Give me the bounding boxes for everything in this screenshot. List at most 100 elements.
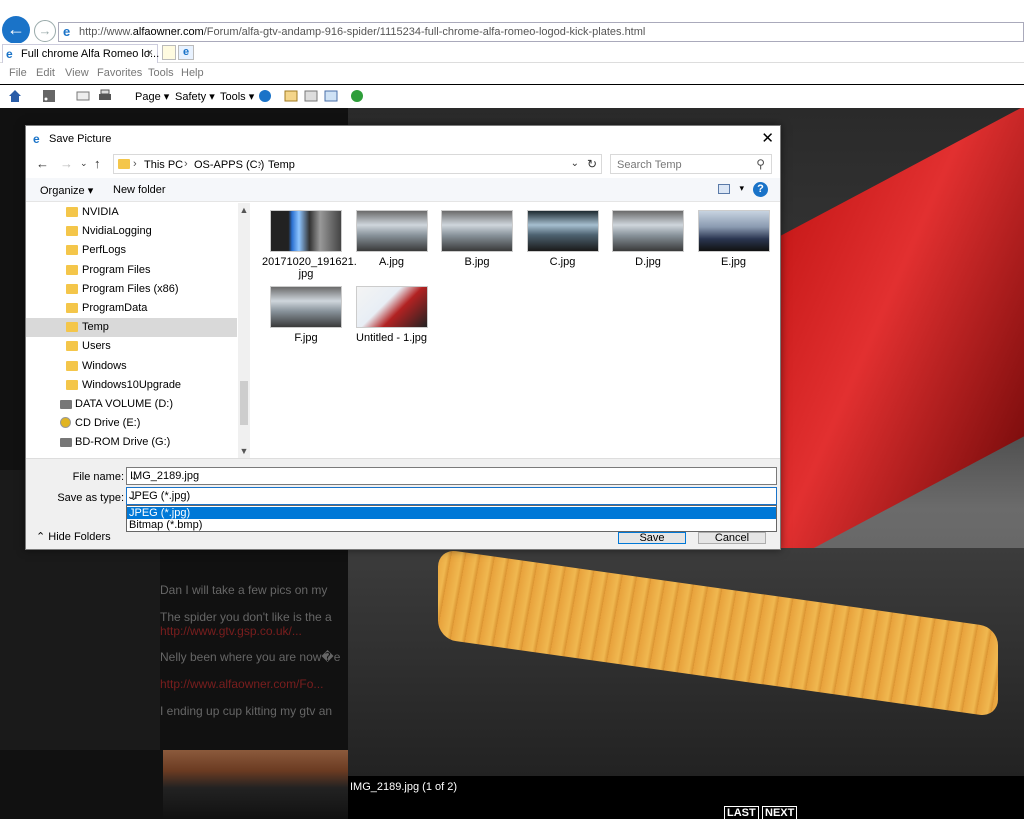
nav-item[interactable]: NVIDIA [26, 203, 237, 222]
menu-help[interactable]: Help [181, 67, 204, 79]
search-input[interactable]: Search Temp ⚲ [610, 154, 772, 174]
dialog-toolbar: Organize ▾ New folder ▾ ? [26, 178, 780, 202]
cancel-button[interactable]: Cancel [698, 532, 766, 544]
tools-menu[interactable]: Tools ▾ [220, 90, 254, 103]
ie-tab-icon[interactable]: e [178, 45, 194, 60]
scroll-thumb[interactable] [240, 381, 248, 425]
nav-item[interactable]: CD Drive (E:) [26, 414, 237, 433]
help-icon[interactable]: ? [753, 182, 768, 197]
nav-scrollbar[interactable]: ▲ ▼ [238, 203, 250, 458]
ie-icon: e [6, 47, 13, 61]
hide-folders-button[interactable]: ⌃ Hide Folders [36, 530, 111, 543]
search-icon[interactable]: ⚲ [756, 157, 765, 171]
last-button[interactable]: LAST [724, 806, 759, 819]
chevron-down-icon[interactable]: ⌄ [130, 470, 773, 483]
nav-item[interactable]: Users [26, 337, 237, 356]
nav-item[interactable]: Program Files (x86) [26, 280, 237, 299]
browser-tab[interactable]: e Full chrome Alfa Romeo lo... × [2, 44, 159, 63]
nav-item[interactable]: ProgramData [26, 299, 237, 318]
view-options-icon[interactable] [718, 184, 730, 194]
breadcrumb-this-pc[interactable]: This PC [144, 159, 183, 171]
new-tab-icon[interactable] [162, 45, 176, 60]
file-item[interactable]: 20171020_191621. jpg [262, 206, 357, 286]
nav-item[interactable]: DATA VOLUME (D:) [26, 395, 237, 414]
file-item[interactable]: B.jpg [433, 206, 513, 286]
folder-icon [66, 245, 78, 256]
nav-item-label: Temp [82, 321, 109, 334]
navigation-pane: NVIDIA NvidiaLogging PerfLogs Program Files… [26, 203, 250, 458]
nav-item-label: CD Drive (E:) [75, 417, 141, 430]
url-field[interactable]: e http://www.alfaowner.com/Forum/alfa-gt… [58, 22, 1024, 42]
chevron-right-icon: › [133, 158, 137, 170]
new-folder-button[interactable]: New folder [113, 184, 166, 196]
folder-icon [66, 379, 78, 390]
folder-icon [66, 341, 78, 352]
breadcrumb[interactable]: › This PC › OS-APPS (C:) › Temp ⌄ ↻ [113, 154, 602, 174]
feeds-icon[interactable] [42, 89, 56, 103]
save-type-dropdown: JPEG (*.jpg) Bitmap (*.bmp) [126, 505, 777, 532]
nav-item[interactable]: BD-ROM Drive (G:) [26, 433, 237, 452]
save-type-select[interactable]: JPEG (*.jpg) ⌄ [126, 487, 777, 505]
menu-file[interactable]: File [9, 67, 27, 79]
car-thumbnail[interactable] [163, 750, 348, 819]
refresh-icon[interactable]: ↻ [587, 157, 597, 171]
post-link[interactable]: http://www.gtv.gsp.co.uk/... [160, 624, 302, 638]
option-jpeg[interactable]: JPEG (*.jpg) [127, 507, 776, 519]
tab-close-icon[interactable]: × [147, 47, 153, 59]
breadcrumb-temp[interactable]: Temp [268, 159, 295, 171]
forward-arrow-icon[interactable]: → [60, 156, 73, 171]
menu-edit[interactable]: Edit [36, 67, 55, 79]
scroll-up-icon[interactable]: ▲ [238, 205, 250, 215]
forward-button[interactable]: → [34, 20, 56, 42]
post-link[interactable]: http://www.alfaowner.com/Fo... [160, 677, 323, 691]
nav-item[interactable]: Windows [26, 357, 237, 376]
nav-item[interactable]: Program Files [26, 261, 237, 280]
home-icon[interactable] [8, 89, 22, 103]
nav-item-label: Windows [82, 359, 127, 372]
file-item[interactable]: C.jpg [519, 206, 599, 286]
file-item[interactable]: Untitled - 1.jpg [348, 282, 428, 362]
safety-menu[interactable]: Safety ▾ [175, 90, 215, 103]
file-list: 20171020_191621. jpg A.jpg B.jpg C.jpg D.jpg… [262, 206, 774, 456]
file-item[interactable]: F.jpg [262, 282, 342, 362]
menu-tools[interactable]: Tools [148, 67, 174, 79]
addon-icon[interactable] [350, 89, 364, 103]
menu-favorites[interactable]: Favorites [97, 67, 142, 79]
save-button[interactable]: Save [618, 532, 686, 544]
back-arrow-icon[interactable]: ← [36, 156, 49, 171]
nav-item-label: Program Files [82, 263, 151, 276]
help-icon[interactable] [258, 89, 272, 103]
translate-icon[interactable] [304, 89, 318, 103]
nav-item-label: Users [82, 340, 111, 353]
chevron-down-icon[interactable]: ⌄ [129, 490, 773, 503]
file-thumbnail [612, 210, 684, 252]
file-item[interactable]: E.jpg [690, 206, 770, 286]
page-menu[interactable]: Page ▾ [135, 90, 169, 103]
scroll-down-icon[interactable]: ▼ [238, 446, 250, 456]
nav-item[interactable]: NvidiaLogging [26, 222, 237, 241]
nav-item[interactable]: Temp [26, 318, 237, 338]
edit-icon[interactable] [324, 89, 338, 103]
next-button[interactable]: NEXT [762, 806, 798, 819]
up-arrow-icon[interactable]: ↑ [94, 156, 101, 171]
print-icon[interactable] [98, 89, 112, 103]
file-item[interactable]: A.jpg [348, 206, 428, 286]
file-name: 20171020_191621. jpg [262, 256, 357, 280]
research-icon[interactable] [284, 89, 298, 103]
organize-button[interactable]: Organize ▾ [40, 184, 93, 197]
chevron-down-icon[interactable]: ▾ [739, 183, 744, 194]
menu-view[interactable]: View [65, 67, 89, 79]
close-icon[interactable]: ✕ [761, 129, 774, 147]
back-button[interactable]: ← [2, 16, 30, 44]
file-name-field[interactable]: IMG_2189.jpg ⌄ [126, 467, 777, 485]
chevron-down-icon[interactable]: ⌄ [571, 158, 579, 169]
breadcrumb-os-apps[interactable]: OS-APPS (C:) [194, 159, 264, 171]
nav-item[interactable]: PerfLogs [26, 241, 237, 260]
nav-item[interactable]: Windows10Upgrade [26, 376, 237, 395]
option-bitmap[interactable]: Bitmap (*.bmp) [127, 519, 776, 531]
file-thumbnail [270, 286, 342, 328]
folder-icon [66, 322, 78, 333]
recent-dropdown-icon[interactable]: ⌄ [80, 158, 88, 169]
file-item[interactable]: D.jpg [604, 206, 684, 286]
mail-icon[interactable] [76, 89, 90, 103]
